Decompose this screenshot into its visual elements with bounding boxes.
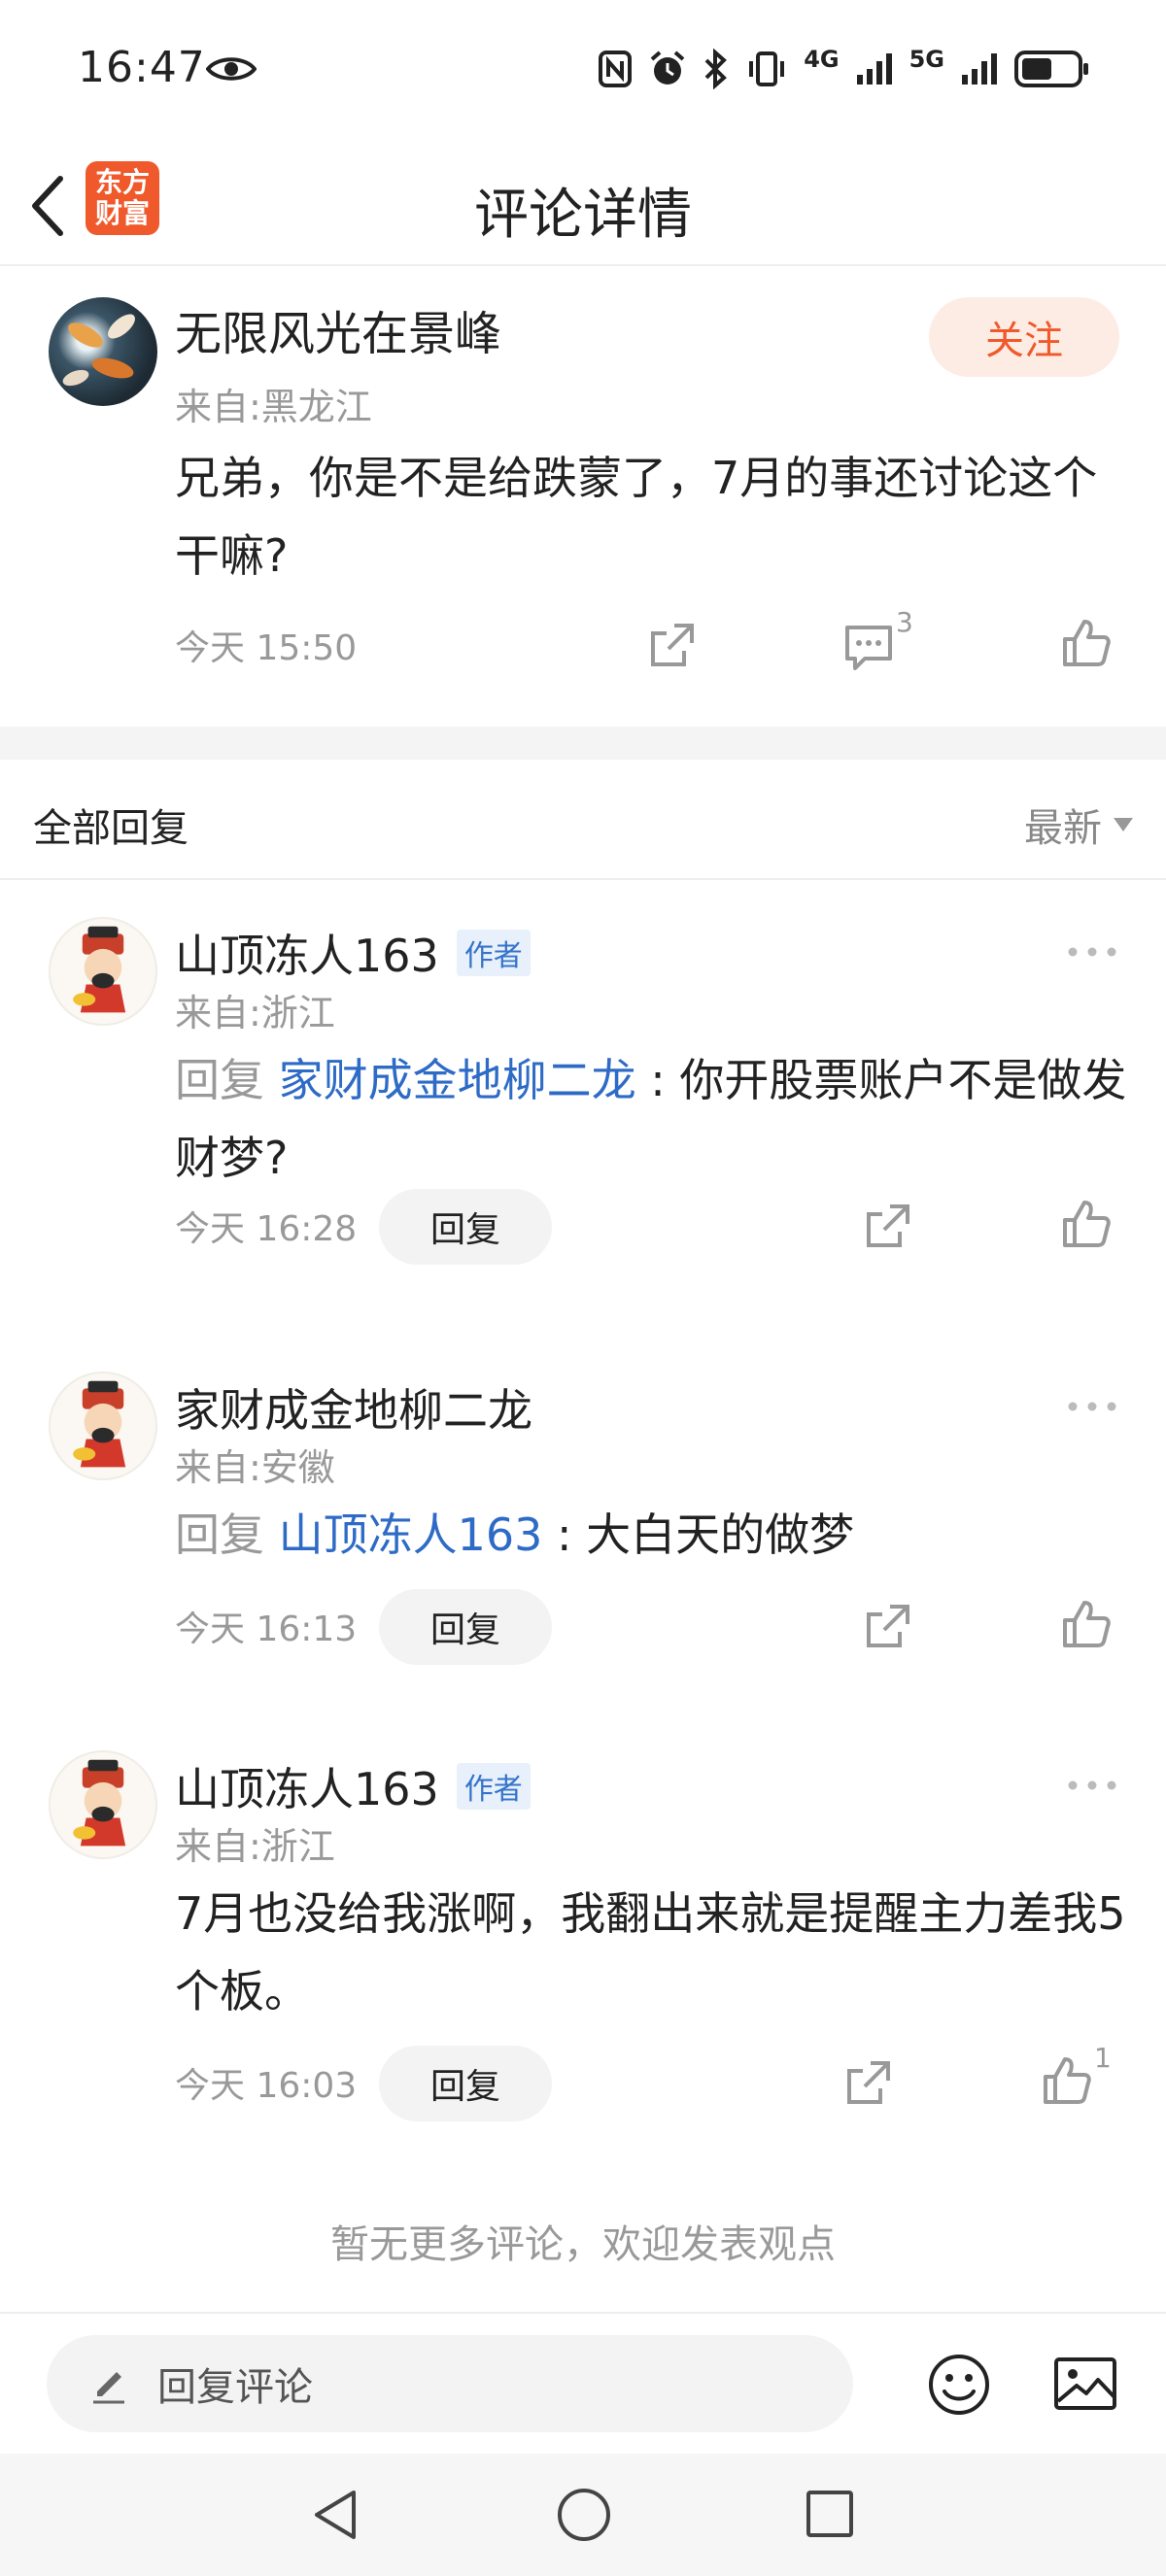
reply-target-link[interactable]: 家财成金地柳二龙	[279, 1054, 636, 1106]
share-icon[interactable]	[645, 618, 700, 672]
reply-body: : 大白天的做梦	[542, 1508, 855, 1561]
reply-item: 山顶冻人163 作者 来自:浙江 7月也没给我涨啊，我翻出来就是提醒主力差我5个…	[0, 1715, 1166, 2143]
pencil-icon	[93, 2372, 124, 2404]
replies-title: 全部回复	[33, 806, 189, 851]
reply-item: 家财成金地柳二龙 来自:安徽 回复 山顶冻人163 : 大白天的做梦 今天 16…	[0, 1337, 1166, 1667]
more-icon[interactable]	[1067, 1778, 1117, 1793]
sort-label: 最新	[1024, 806, 1102, 851]
caret-down-icon	[1114, 818, 1133, 831]
network-label-2: 5G	[909, 46, 944, 73]
like-icon[interactable]	[1059, 1597, 1114, 1651]
replies-header: 全部回复 最新	[0, 760, 1166, 880]
nav-back-icon[interactable]	[309, 2487, 363, 2543]
reply-text: 回复 山顶冻人163 : 大白天的做梦	[175, 1496, 1127, 1574]
sort-dropdown[interactable]: 最新	[1024, 797, 1133, 853]
comment-input-bar: 回复评论	[0, 2312, 1166, 2454]
reply-author: 山顶冻人163 作者	[175, 1754, 531, 1818]
status-icons: 4G 5G	[598, 46, 1090, 89]
network-label-1: 4G	[804, 46, 840, 73]
author-badge: 作者	[456, 1763, 531, 1810]
reply-location: 来自:安徽	[175, 1446, 335, 1489]
reply-author-name[interactable]: 家财成金地柳二龙	[175, 1375, 532, 1440]
signal-icon-2	[962, 53, 997, 85]
reply-button[interactable]: 回复	[379, 1589, 552, 1665]
reply-input-placeholder: 回复评论	[157, 2365, 313, 2410]
reply-item: 山顶冻人163 作者 来自:浙江 回复 家财成金地柳二龙 : 你开股票账户不是做…	[0, 882, 1166, 1271]
reply-time: 今天 16:03	[175, 2066, 358, 2106]
section-divider	[0, 727, 1166, 760]
nav-recent-apps-icon[interactable]	[805, 2489, 855, 2539]
comment-location: 来自:黑龙江	[175, 386, 372, 428]
comment-author[interactable]: 无限风光在景峰	[175, 295, 501, 363]
reply-location: 来自:浙江	[175, 992, 335, 1034]
nfc-icon	[599, 51, 633, 87]
avatar[interactable]	[49, 1750, 157, 1859]
status-bar: 16:47 4G 5G	[0, 0, 1166, 146]
like-icon[interactable]	[1059, 1197, 1114, 1251]
reply-prefix: 回复	[175, 1508, 279, 1561]
avatar[interactable]	[49, 297, 157, 406]
reply-author: 山顶冻人163 作者	[175, 921, 531, 985]
reply-time: 今天 16:13	[175, 1610, 358, 1649]
reply-time: 今天 16:28	[175, 1209, 358, 1249]
reply-author-name[interactable]: 山顶冻人163	[175, 921, 439, 985]
like-icon[interactable]	[1059, 616, 1114, 670]
reply-text: 回复 家财成金地柳二龙 : 你开股票账户不是做发财梦?	[175, 1041, 1127, 1197]
share-icon[interactable]	[861, 1199, 915, 1253]
signal-icon-1	[856, 53, 892, 85]
comment-count: 3	[896, 606, 913, 638]
reply-location: 来自:浙江	[175, 1825, 335, 1868]
alarm-icon	[650, 51, 685, 85]
main-comment: 无限风光在景峰 来自:黑龙江 关注 兄弟，你是不是给跌蒙了，7月的事还讨论这个干…	[0, 268, 1166, 725]
reply-prefix: 回复	[175, 1054, 279, 1106]
more-icon[interactable]	[1067, 1399, 1117, 1414]
comment-icon[interactable]	[841, 620, 896, 674]
avatar[interactable]	[49, 1372, 157, 1480]
page-title: 评论详情	[474, 184, 692, 247]
reply-button[interactable]: 回复	[379, 1189, 552, 1265]
status-time: 16:47	[78, 43, 206, 92]
reply-author-name[interactable]: 山顶冻人163	[175, 1754, 439, 1818]
author-badge: 作者	[456, 930, 531, 976]
bluetooth-icon	[704, 49, 728, 89]
follow-button[interactable]: 关注	[929, 297, 1119, 377]
more-icon[interactable]	[1067, 944, 1117, 960]
share-icon[interactable]	[861, 1599, 915, 1653]
reply-text: 7月也没给我涨啊，我翻出来就是提醒主力差我5个板。	[175, 1887, 1126, 2017]
reply-author: 家财成金地柳二龙	[175, 1375, 532, 1440]
eye-icon	[206, 57, 257, 81]
battery-icon	[1014, 51, 1088, 87]
like-count: 1	[1094, 2042, 1112, 2074]
no-more-comments: 暂无更多评论，欢迎发表观点	[330, 2222, 836, 2267]
emoji-icon[interactable]	[927, 2353, 991, 2417]
like-icon[interactable]	[1040, 2053, 1094, 2108]
comment-time: 今天 15:50	[175, 628, 358, 668]
header: 东方 财富 评论详情	[0, 146, 1166, 266]
share-icon[interactable]	[841, 2055, 896, 2110]
vibrate-icon	[749, 51, 785, 86]
comment-text: 兄弟，你是不是给跌蒙了，7月的事还讨论这个干嘛?	[175, 452, 1098, 582]
image-icon[interactable]	[1053, 2356, 1117, 2411]
system-nav-bar	[0, 2454, 1166, 2576]
nav-home-icon[interactable]	[556, 2487, 612, 2543]
avatar[interactable]	[49, 917, 157, 1026]
reply-target-link[interactable]: 山顶冻人163	[279, 1508, 543, 1561]
reply-input[interactable]: 回复评论	[47, 2335, 853, 2432]
reply-button[interactable]: 回复	[379, 2046, 552, 2121]
